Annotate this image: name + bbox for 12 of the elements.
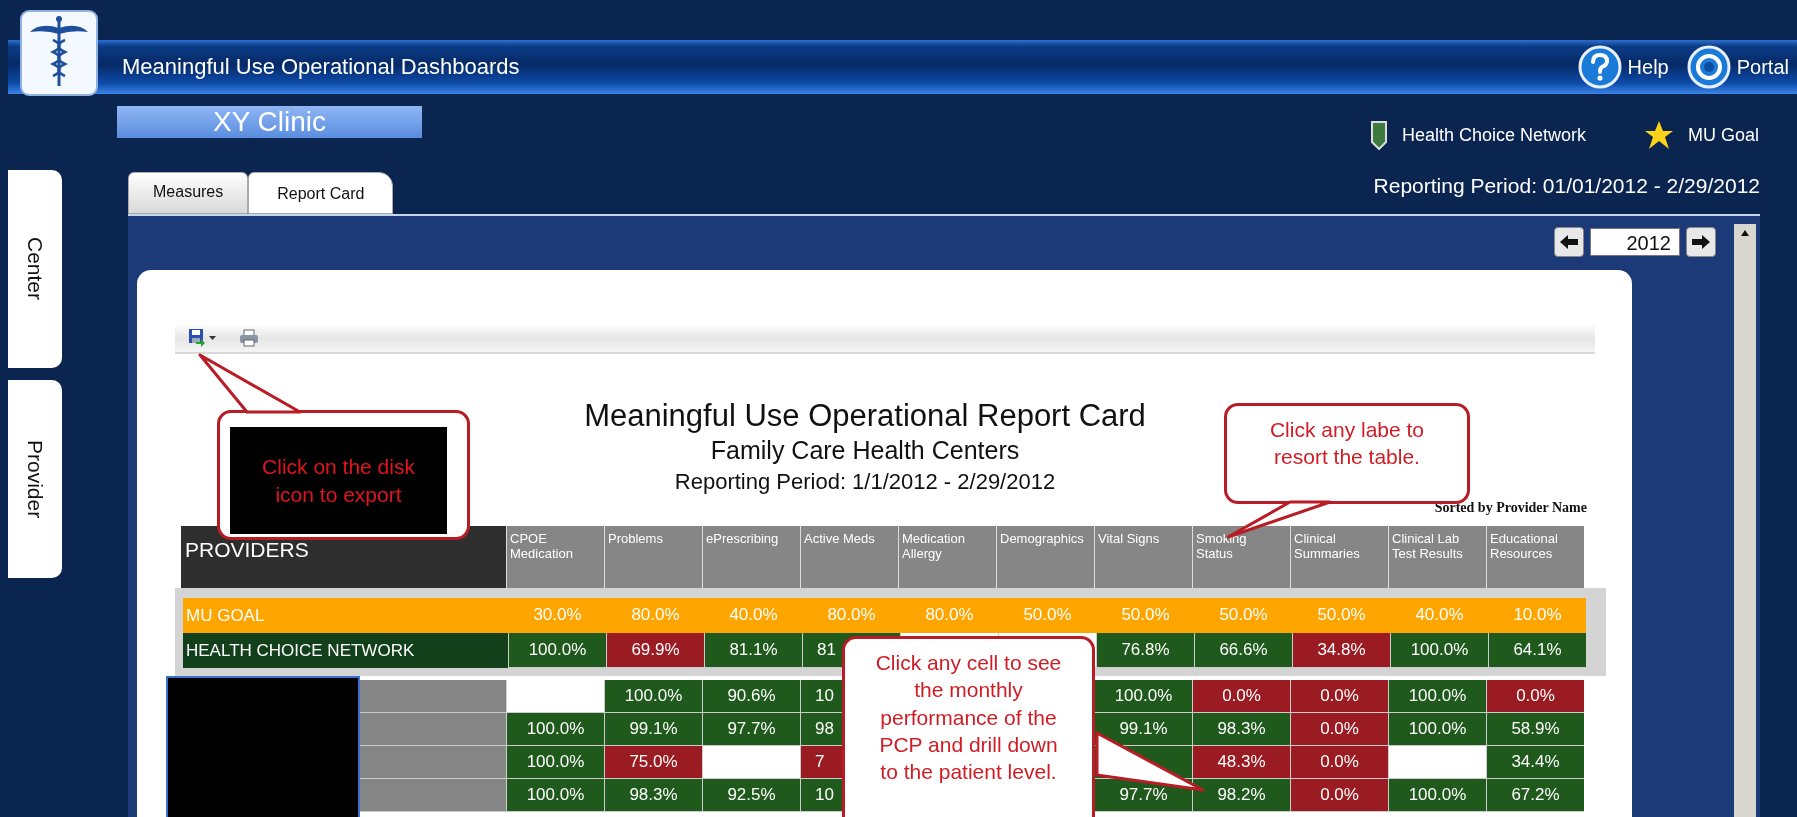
tooltip-text: Click on the disk icon to export — [230, 427, 447, 534]
legend-label: Health Choice Network — [1401, 124, 1586, 146]
app-title: Meaningful Use Operational Dashboards — [122, 54, 521, 80]
legend-label: MU Goal — [1688, 124, 1759, 146]
report-subtitle: Family Care Health Centers — [710, 435, 1020, 466]
row-label: HEALTH CHOICE NETWORK — [183, 633, 508, 668]
report-period: Reporting Period: 1/1/2012 - 2/29/2012 — [674, 468, 1056, 496]
callout-tooltip: Click any cell to see the monthly performance of the PCP and drill down to the patient level. — [842, 636, 1095, 817]
reporting-period: Reporting Period: 01/01/2012 - 2/29/2012 — [1373, 173, 1761, 198]
report-title: Meaningful Use Operational Report Card — [584, 398, 1146, 434]
clinic-banner: XY Clinic — [117, 106, 422, 138]
row-label: MU GOAL — [183, 598, 508, 633]
